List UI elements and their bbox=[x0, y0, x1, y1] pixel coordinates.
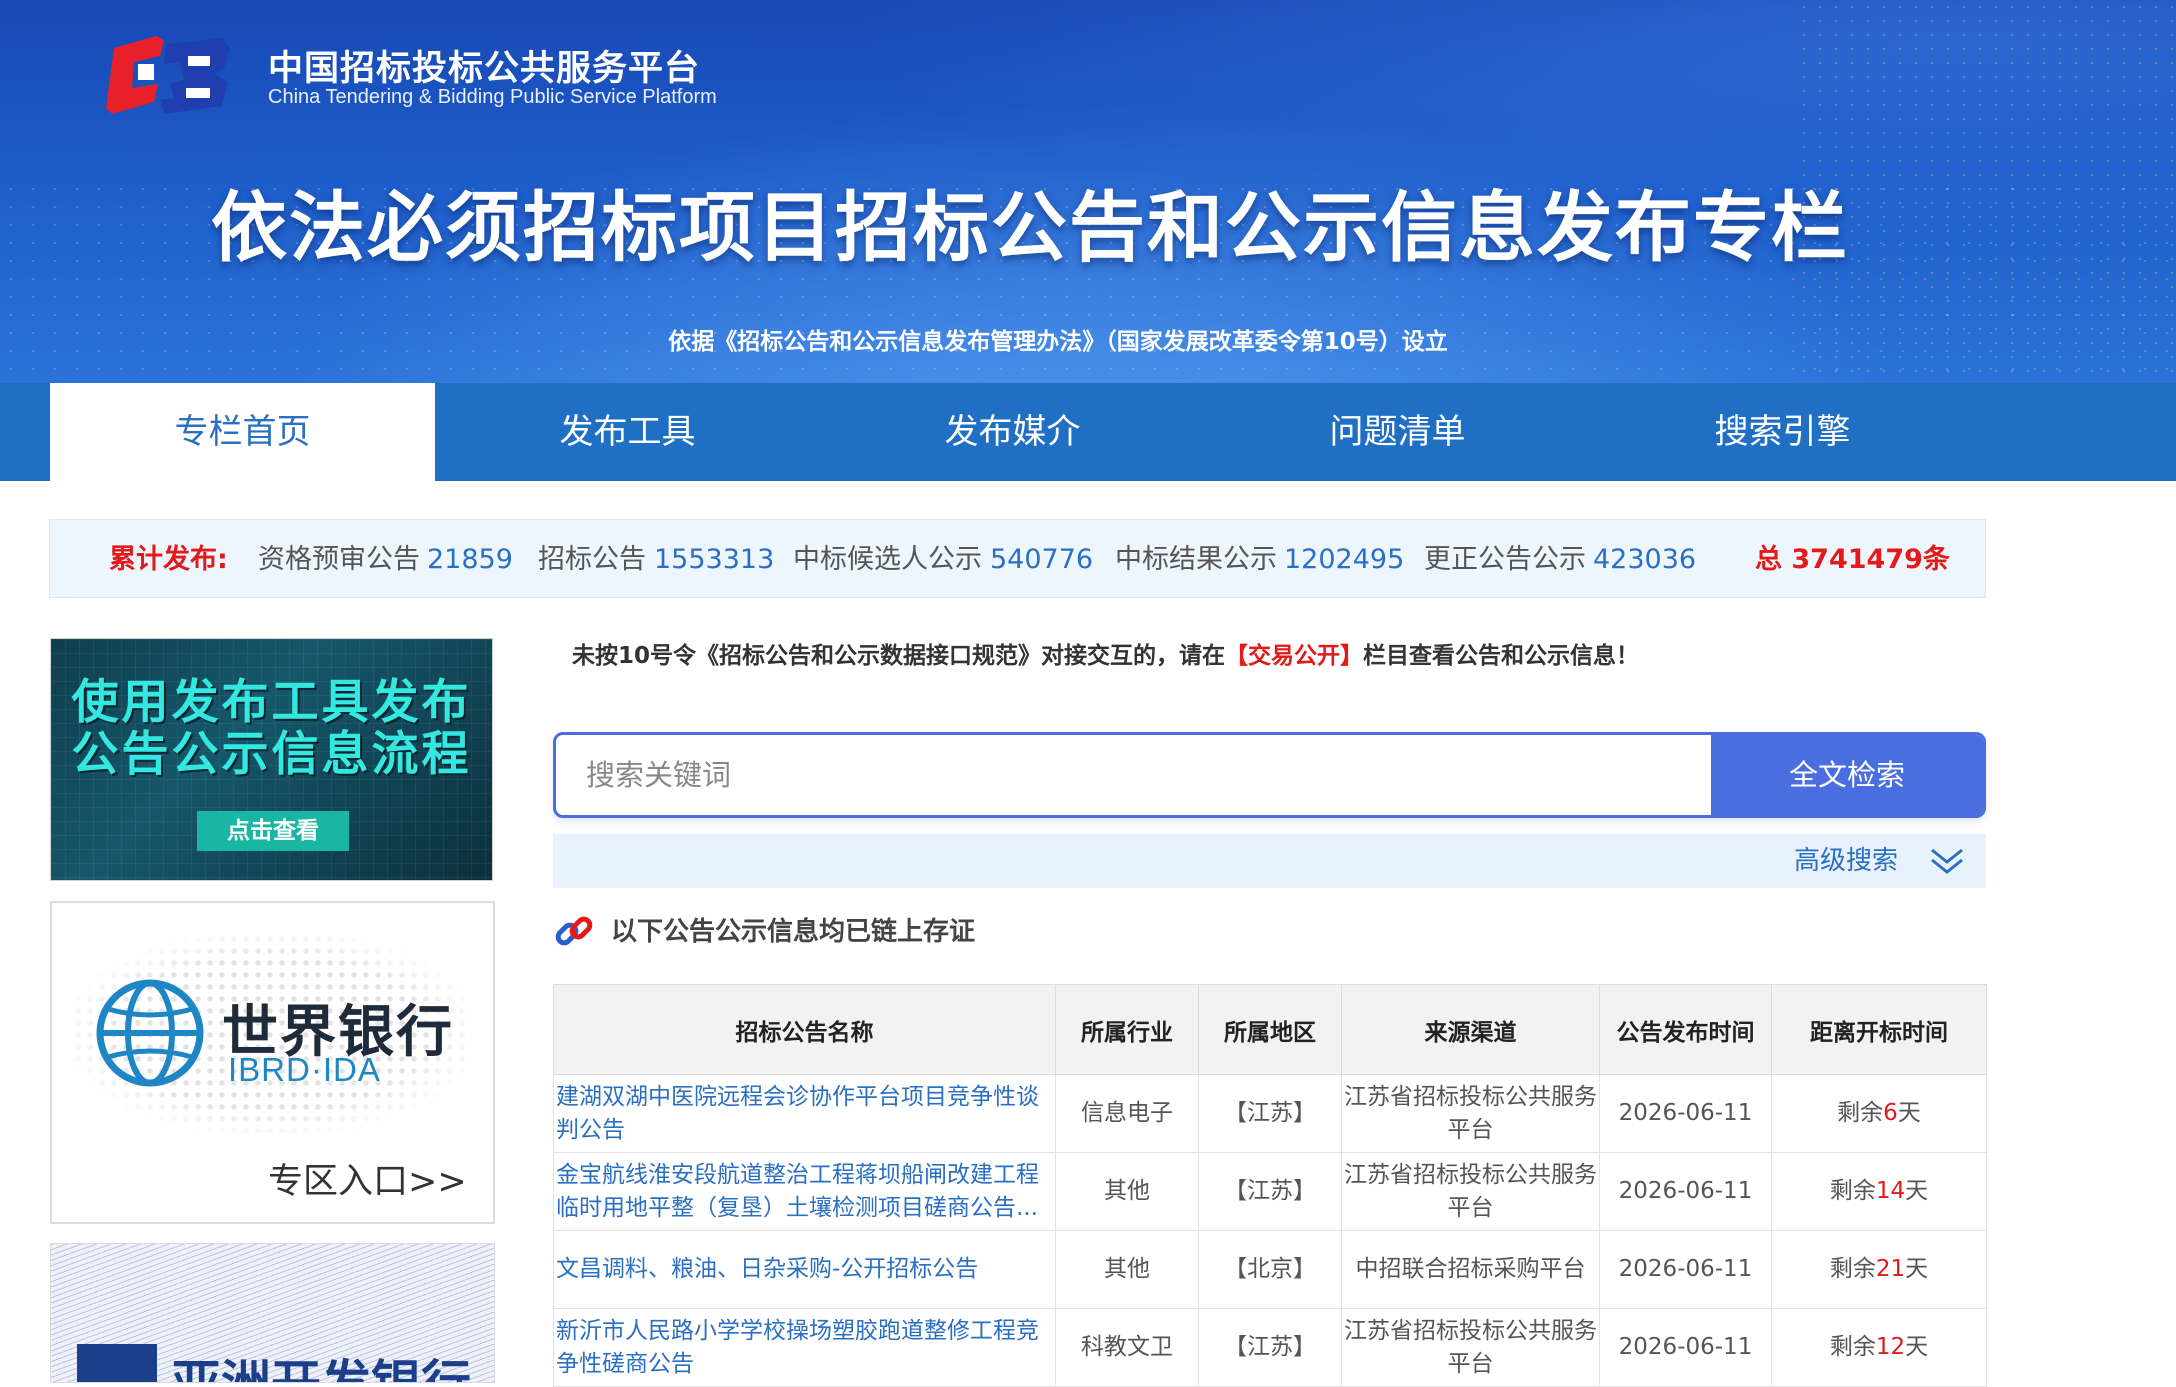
ad-tool-view-button[interactable]: 点击查看 bbox=[197, 811, 349, 851]
logo-title-cn[interactable]: 中国招标投标公共服务平台 bbox=[268, 40, 700, 91]
col-header-remaining: 距离开标时间 bbox=[1771, 984, 1987, 1075]
region-cell: 【北京】 bbox=[1198, 1230, 1342, 1309]
nav-item-publish-tools[interactable]: 发布工具 bbox=[435, 383, 820, 481]
notice-text-after: 栏目查看公告和公示信息！ bbox=[1363, 643, 1640, 669]
adb-banner[interactable]: 亚洲开发银行 bbox=[50, 1243, 495, 1383]
platform-logo-icon[interactable] bbox=[104, 34, 234, 116]
remaining-cell: 剩余12天 bbox=[1771, 1308, 1987, 1387]
interface-notice: 未按10号令《招标公告和公示数据接口规范》对接交互的，请在【交易公开】栏目查看公… bbox=[572, 636, 1639, 670]
chain-link-icon bbox=[555, 916, 593, 946]
col-header-region: 所属地区 bbox=[1198, 984, 1342, 1075]
industry-cell: 科教文卫 bbox=[1055, 1308, 1199, 1387]
search-input[interactable] bbox=[556, 735, 1714, 815]
region-cell: 【江苏】 bbox=[1198, 1074, 1342, 1153]
industry-cell: 其他 bbox=[1055, 1152, 1199, 1231]
adb-logo-icon bbox=[77, 1344, 157, 1382]
stat-count-candidate: 540776 bbox=[990, 544, 1094, 575]
page-title: 依法必须招标项目招标公告和公示信息发布专栏 bbox=[211, 183, 1849, 272]
adb-title: 亚洲开发银行 bbox=[171, 1344, 471, 1382]
stat-count-result: 1202495 bbox=[1284, 544, 1405, 575]
stat-count-correction: 423036 bbox=[1593, 544, 1697, 575]
header-banner: 中国招标投标公共服务平台 China Tendering & Bidding P… bbox=[0, 0, 2176, 383]
world-bank-banner[interactable]: 世界银行 IBRD·IDA 专区入口>> bbox=[50, 901, 495, 1224]
remaining-days: 6 bbox=[1883, 1100, 1898, 1126]
date-cell: 2026-06-11 bbox=[1599, 1308, 1772, 1387]
table-header-row: 招标公告名称 所属行业 所属地区 来源渠道 公告发布时间 距离开标时间 bbox=[553, 984, 1987, 1075]
stat-name-tender: 招标公告 bbox=[538, 544, 646, 575]
nav-item-home[interactable]: 专栏首页 bbox=[50, 383, 435, 481]
search-box: 全文检索 bbox=[553, 732, 1986, 818]
publish-tool-guide-banner[interactable]: 使用发布工具发布 公告公示信息流程 点击查看 bbox=[50, 638, 493, 881]
stat-count-tender: 1553313 bbox=[654, 544, 775, 575]
page-subtitle: 依据《招标公告和公示信息发布管理办法》（国家发展改革委令第10号）设立 bbox=[668, 329, 1448, 355]
remaining-days: 14 bbox=[1875, 1178, 1906, 1204]
advanced-search-bar: 高级搜索 bbox=[553, 834, 1986, 888]
table-row: 新沂市人民路小学学校操场塑胶跑道整修工程竞争性磋商公告 科教文卫 【江苏】 江苏… bbox=[553, 1308, 1987, 1387]
col-header-industry: 所属行业 bbox=[1055, 984, 1199, 1075]
stat-count-prequal: 21859 bbox=[427, 544, 513, 575]
nav-item-publish-media[interactable]: 发布媒介 bbox=[820, 383, 1205, 481]
table-row: 建湖双湖中医院远程会诊协作平台项目竞争性谈判公告 信息电子 【江苏】 江苏省招标… bbox=[553, 1074, 1987, 1153]
remaining-suffix: 天 bbox=[1905, 1178, 1929, 1204]
col-header-name: 招标公告名称 bbox=[553, 984, 1056, 1075]
source-cell: 江苏省招标投标公共服务平台 bbox=[1341, 1308, 1600, 1387]
table-row: 金宝航线淮安段航道整治工程蒋坝船闸改建工程临时用地平整（复垦）土壤检测项目磋商公… bbox=[553, 1152, 1987, 1231]
ad-tool-line2: 公告公示信息流程 bbox=[71, 727, 472, 782]
blockchain-note-text: 以下公告公示信息均已链上存证 bbox=[611, 917, 976, 947]
logo-title-en[interactable]: China Tendering & Bidding Public Service… bbox=[268, 86, 717, 109]
col-header-date: 公告发布时间 bbox=[1599, 984, 1772, 1075]
stat-name-candidate: 中标候选人公示 bbox=[793, 544, 982, 575]
stat-name-prequal: 资格预审公告 bbox=[258, 544, 420, 575]
table-row: 文昌调料、粮油、日杂采购-公开招标公告 其他 【北京】 中招联合招标采购平台 2… bbox=[553, 1230, 1987, 1309]
nav-item-search-engine[interactable]: 搜索引擎 bbox=[1590, 383, 1975, 481]
tender-title-link[interactable]: 文昌调料、粮油、日杂采购-公开招标公告 bbox=[556, 1253, 1053, 1286]
remaining-suffix: 天 bbox=[1897, 1100, 1921, 1126]
stats-label: 累计发布: bbox=[109, 544, 228, 575]
tender-title-link[interactable]: 金宝航线淮安段航道整治工程蒋坝船闸改建工程临时用地平整（复垦）土壤检测项目磋商公… bbox=[556, 1159, 1053, 1225]
advanced-search-link[interactable]: 高级搜索 bbox=[1794, 834, 1898, 888]
notice-transaction-link[interactable]: 【交易公开】 bbox=[1225, 643, 1363, 669]
chevron-down-icon[interactable] bbox=[1928, 844, 1966, 878]
notice-text-before: 未按10号令《招标公告和公示数据接口规范》对接交互的，请在 bbox=[572, 643, 1226, 669]
remaining-cell: 剩余21天 bbox=[1771, 1230, 1987, 1309]
source-cell: 中招联合招标采购平台 bbox=[1341, 1230, 1600, 1309]
stat-total: 总 3741479条 bbox=[1755, 544, 1950, 575]
publish-stats-bar: 累计发布: 资格预审公告 21859 招标公告 1553313 中标候选人公示 … bbox=[49, 519, 1986, 598]
remaining-suffix: 天 bbox=[1905, 1334, 1929, 1360]
industry-cell: 信息电子 bbox=[1055, 1074, 1199, 1153]
remaining-prefix: 剩余 bbox=[1829, 1178, 1876, 1204]
tender-title-link[interactable]: 建湖双湖中医院远程会诊协作平台项目竞争性谈判公告 bbox=[556, 1081, 1053, 1147]
main-nav: 专栏首页 发布工具 发布媒介 问题清单 搜索引擎 bbox=[0, 383, 2176, 481]
remaining-days: 12 bbox=[1875, 1334, 1906, 1360]
nav-item-faq[interactable]: 问题清单 bbox=[1205, 383, 1590, 481]
remaining-prefix: 剩余 bbox=[1829, 1256, 1876, 1282]
region-cell: 【江苏】 bbox=[1198, 1308, 1342, 1387]
stat-name-result: 中标结果公示 bbox=[1115, 544, 1277, 575]
date-cell: 2026-06-11 bbox=[1599, 1152, 1772, 1231]
world-bank-globe-icon bbox=[96, 979, 204, 1087]
date-cell: 2026-06-11 bbox=[1599, 1230, 1772, 1309]
source-cell: 江苏省招标投标公共服务平台 bbox=[1341, 1152, 1600, 1231]
remaining-suffix: 天 bbox=[1905, 1256, 1929, 1282]
tender-list-table: 招标公告名称 所属行业 所属地区 来源渠道 公告发布时间 距离开标时间 建湖双湖… bbox=[553, 984, 1987, 1387]
region-cell: 【江苏】 bbox=[1198, 1152, 1342, 1231]
world-bank-entry-link[interactable]: 专区入口>> bbox=[268, 1153, 467, 1204]
remaining-prefix: 剩余 bbox=[1837, 1100, 1884, 1126]
remaining-prefix: 剩余 bbox=[1829, 1334, 1876, 1360]
source-cell: 江苏省招标投标公共服务平台 bbox=[1341, 1074, 1600, 1153]
remaining-cell: 剩余14天 bbox=[1771, 1152, 1987, 1231]
fulltext-search-button[interactable]: 全文检索 bbox=[1711, 735, 1983, 815]
remaining-days: 21 bbox=[1875, 1256, 1906, 1282]
world-bank-subtitle: IBRD·IDA bbox=[228, 1051, 381, 1088]
industry-cell: 其他 bbox=[1055, 1230, 1199, 1309]
remaining-cell: 剩余6天 bbox=[1771, 1074, 1987, 1153]
col-header-source: 来源渠道 bbox=[1341, 984, 1600, 1075]
stat-name-correction: 更正公告公示 bbox=[1424, 544, 1586, 575]
date-cell: 2026-06-11 bbox=[1599, 1074, 1772, 1153]
